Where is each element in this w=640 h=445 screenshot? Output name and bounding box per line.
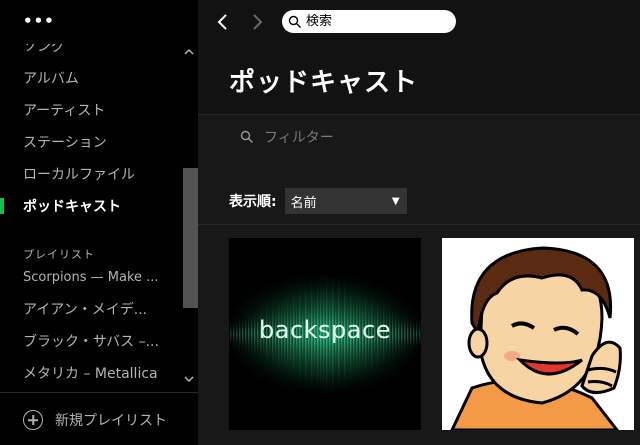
backspace-cover-text: backspace (259, 316, 391, 344)
playlists-header: プレイリスト (23, 248, 95, 261)
sort-select[interactable]: 名前 ▼ (284, 188, 407, 214)
filter-placeholder: フィルター (264, 130, 334, 146)
sort-row: 表示順: 名前 ▼ (229, 188, 407, 214)
plus-circle-icon (23, 410, 43, 430)
new-playlist-button[interactable]: 新規プレイリスト (23, 408, 167, 432)
filter-row: フィルター (198, 114, 640, 161)
podcast-card-backspace[interactable]: backspace (229, 238, 421, 430)
search-input[interactable] (306, 14, 446, 29)
search-icon (288, 15, 301, 28)
sidebar-item-albums[interactable]: アルバム (23, 70, 173, 88)
podcast-card-cartoon[interactable] (442, 238, 634, 430)
sidebar-item-songs[interactable]: ソング (23, 44, 173, 56)
scroll-up-chevron-icon[interactable] (182, 45, 196, 59)
active-indicator (0, 198, 4, 214)
more-menu-icon[interactable]: ••• (23, 14, 55, 29)
sidebar: ソング アルバム アーティスト ステーション ローカルファイル ポッドキャスト … (0, 0, 198, 445)
top-bar (198, 0, 640, 44)
page-header: ポッドキャスト (198, 44, 640, 114)
main-content: ポッドキャスト フィルター 表示順: 名前 ▼ (198, 0, 640, 445)
sidebar-item-artists[interactable]: アーティスト (23, 102, 173, 120)
sidebar-item-stations[interactable]: ステーション (23, 134, 173, 152)
new-playlist-label: 新規プレイリスト (55, 413, 167, 429)
back-arrow-icon[interactable] (214, 12, 232, 32)
forward-arrow-icon[interactable] (248, 12, 266, 32)
scroll-down-chevron-icon[interactable] (182, 372, 196, 386)
cartoon-cover-art (442, 238, 634, 430)
sort-divider (198, 224, 640, 225)
sort-label: 表示順: (229, 194, 277, 210)
playlist-item-metallica[interactable]: メタリカ – Metallica (23, 365, 163, 383)
sidebar-library-list: ソング アルバム アーティスト ステーション ローカルファイル ポッドキャスト … (0, 0, 183, 392)
filter-search-icon (240, 130, 253, 143)
page-title: ポッドキャスト (229, 68, 419, 98)
filter-field[interactable]: フィルター (240, 127, 334, 147)
playlist-item-black-sabbath[interactable]: ブラック・サバス –... (23, 333, 163, 351)
sidebar-scrollbar-thumb[interactable] (183, 168, 198, 308)
sidebar-item-podcasts[interactable]: ポッドキャスト (23, 198, 173, 216)
playlist-item-scorpions[interactable]: Scorpions — Make ... (23, 269, 163, 287)
playlist-item-iron-maiden[interactable]: アイアン・メイデ... (23, 301, 163, 319)
search-box[interactable] (282, 10, 456, 33)
sidebar-item-local-files[interactable]: ローカルファイル (23, 166, 173, 184)
caret-down-icon: ▼ (391, 196, 400, 207)
sort-value: 名前 (290, 195, 317, 211)
sidebar-divider (0, 392, 198, 393)
